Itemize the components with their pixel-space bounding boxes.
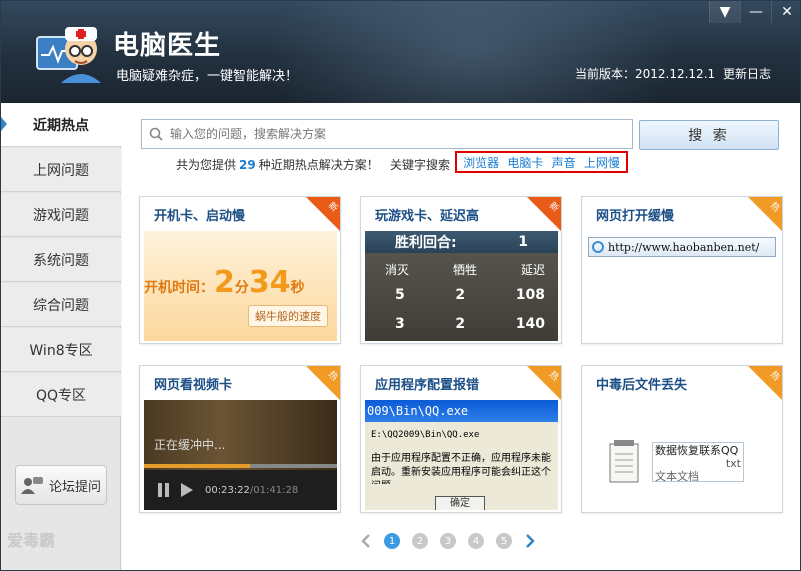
page-dot-2[interactable]: 2 [412,533,428,549]
keyword-search-label: 关键字搜索 [390,158,451,172]
file-type: 文本文档 [655,470,699,483]
boot-time-label: 开机时间： [144,280,214,296]
boot-minutes: 2 [214,265,235,300]
stat-cell: 3 [395,316,405,332]
keyword-link-browser[interactable]: 浏览器 [463,154,499,171]
sidebar-item-win8[interactable]: Win8专区 [1,328,121,372]
hint-suffix: 种近期热点解决方案！ [258,158,379,172]
card-thumbnail: 开机时间：2分34秒 蜗牛般的速度 [144,231,337,341]
next-icon[interactable] [181,483,193,497]
header: 电脑医生 电脑疑难杂症，一键智能解决！ 当前版本：2012.12.12.1 更新… [1,1,800,103]
error-message: 由于应用程序配置不正确，应用程序未能启动。重新安装应用程序可能会纠正这个问题。 [371,453,551,484]
keyword-link-slow-pc[interactable]: 电脑卡 [507,154,543,171]
hint-prefix: 共为您提供 [176,158,237,172]
card-thumbnail: 正在缓冲中... 00:23:22/01:41:28 [144,400,337,510]
rounds-won-value: 1 [518,234,528,250]
minimize-icon[interactable]: — [740,1,771,23]
card-thumbnail: http://www.haobanben.net/ [586,231,779,341]
minutes-unit: 分 [234,280,249,296]
window-controls: ▼ — ✕ [709,1,800,23]
stat-cell: 5 [395,287,405,303]
dialog-titlebar: 009\Bin\QQ.exe [365,400,558,422]
sidebar-item-hot[interactable]: 近期热点 [1,103,122,147]
stat-col-kills: 消灭 [385,263,410,277]
page-dot-5[interactable]: 5 [496,533,512,549]
search-icon [142,120,170,148]
rounds-won-label: 胜利回合: [395,235,457,251]
card-title: 玩游戏卡、延迟高 [375,209,480,224]
sidebar-item-system[interactable]: 系统问题 [1,238,121,282]
card-thumbnail: 数据恢复联系QQ txt 文本文档 [586,400,779,510]
keyword-link-sound[interactable]: 声音 [552,154,576,171]
main-content: 搜 索 共为您提供29种近期热点解决方案！ 关键字搜索 浏览器 电脑卡 声音 上… [122,103,800,570]
doctor-logo-icon [36,27,101,83]
search-input[interactable] [170,121,620,147]
solution-count-hint: 共为您提供 29 种近期热点解决方案！ [176,156,379,173]
card-title: 网页看视频卡 [154,378,233,393]
sidebar-item-qq[interactable]: QQ专区 [1,373,121,417]
card-thumbnail: 胜利回合: 1 消灭 牺牲 延迟 5 2 108 3 2 140 [365,231,558,341]
header-glow [262,1,682,103]
stat-col-latency: 延迟 [520,263,545,277]
text-document-icon [609,440,639,483]
pagination: 1 2 3 4 5 [360,533,536,549]
sidebar-item-network[interactable]: 上网问题 [1,148,121,192]
current-time: 00:23:22 [205,484,250,496]
sidebar-item-general[interactable]: 综合问题 [1,283,121,327]
stat-cell: 2 [455,287,466,303]
search-box [141,119,633,149]
stat-col-deaths: 牺牲 [452,263,477,277]
boot-seconds: 34 [248,265,291,300]
app-slogan: 电脑疑难杂症，一键智能解决！ [116,69,299,84]
pause-icon[interactable] [158,483,169,497]
card-game-lag[interactable]: 玩游戏卡、延迟高 新 胜利回合: 1 消灭 牺牲 延迟 5 2 108 3 2 140 [360,196,562,344]
address-bar-url: http://www.haobanben.net/ [608,240,760,254]
file-name: 数据恢复联系QQ [655,444,739,457]
card-title: 中毒后文件丢失 [596,378,688,393]
keyword-link-slow-net[interactable]: 上网慢 [584,154,620,171]
card-thumbnail: 009\Bin\QQ.exe E:\QQ2009\Bin\QQ.exe 由于应用… [365,400,558,510]
forum-button-label: 论坛提问 [48,479,101,495]
file-extension: txt [725,457,741,470]
stat-cell: 140 [515,316,545,332]
keyword-links: 浏览器 电脑卡 声音 上网慢 [455,151,628,173]
card-boot-slow[interactable]: 开机卡、启动慢 新 开机时间：2分34秒 蜗牛般的速度 [139,196,341,344]
next-page-icon[interactable] [524,533,536,549]
version-info: 当前版本：2012.12.12.1 更新日志 [571,65,771,82]
dialog-ok-button: 确定 [435,496,485,510]
menu-dropdown-icon[interactable]: ▼ [709,1,740,23]
app-title: 电脑医生 [113,31,222,61]
card-title: 网页打开缓慢 [596,209,675,224]
loading-globe-icon [592,241,604,253]
stat-cell: 108 [515,287,545,303]
error-path: E:\QQ2009\Bin\QQ.exe [371,430,480,440]
card-virus-file-loss[interactable]: 中毒后文件丢失 热 数据恢复联系QQ txt 文本文档 [581,365,783,513]
page-dot-4[interactable]: 4 [468,533,484,549]
solution-count: 29 [239,158,256,172]
page-dot-3[interactable]: 3 [440,533,456,549]
prev-page-icon[interactable] [360,533,372,549]
close-icon[interactable]: ✕ [771,1,800,23]
search-button[interactable]: 搜 索 [639,120,779,150]
stat-cell: 2 [455,316,466,332]
page-dot-1[interactable]: 1 [384,533,400,549]
total-time: /01:41:28 [249,484,299,496]
card-video-lag[interactable]: 网页看视频卡 热 正在缓冲中... 00:23:22/01:41:28 [139,365,341,513]
card-title: 应用程序配置报错 [375,378,480,393]
chat-users-icon [20,477,43,494]
watermark-logo: 爱毒霸 [7,531,56,550]
card-app-config-error[interactable]: 应用程序配置报错 热 009\Bin\QQ.exe E:\QQ2009\Bin\… [360,365,562,513]
snail-speed-caption: 蜗牛般的速度 [248,305,328,327]
app-window: 电脑医生 电脑疑难杂症，一键智能解决！ 当前版本：2012.12.12.1 更新… [0,0,801,571]
card-web-slow[interactable]: 网页打开缓慢 热 http://www.haobanben.net/ [581,196,783,344]
card-title: 开机卡、启动慢 [154,209,246,224]
seconds-unit: 秒 [290,280,305,296]
buffering-text: 正在缓冲中... [154,438,226,452]
changelog-link[interactable]: 更新日志 [723,67,771,81]
version-label: 当前版本：2012.12.12.1 [574,67,716,81]
sidebar: 近期热点 上网问题 游戏问题 系统问题 综合问题 Win8专区 QQ专区 论坛提… [1,103,122,570]
sidebar-item-games[interactable]: 游戏问题 [1,193,121,237]
forum-ask-button[interactable]: 论坛提问 [15,465,107,505]
